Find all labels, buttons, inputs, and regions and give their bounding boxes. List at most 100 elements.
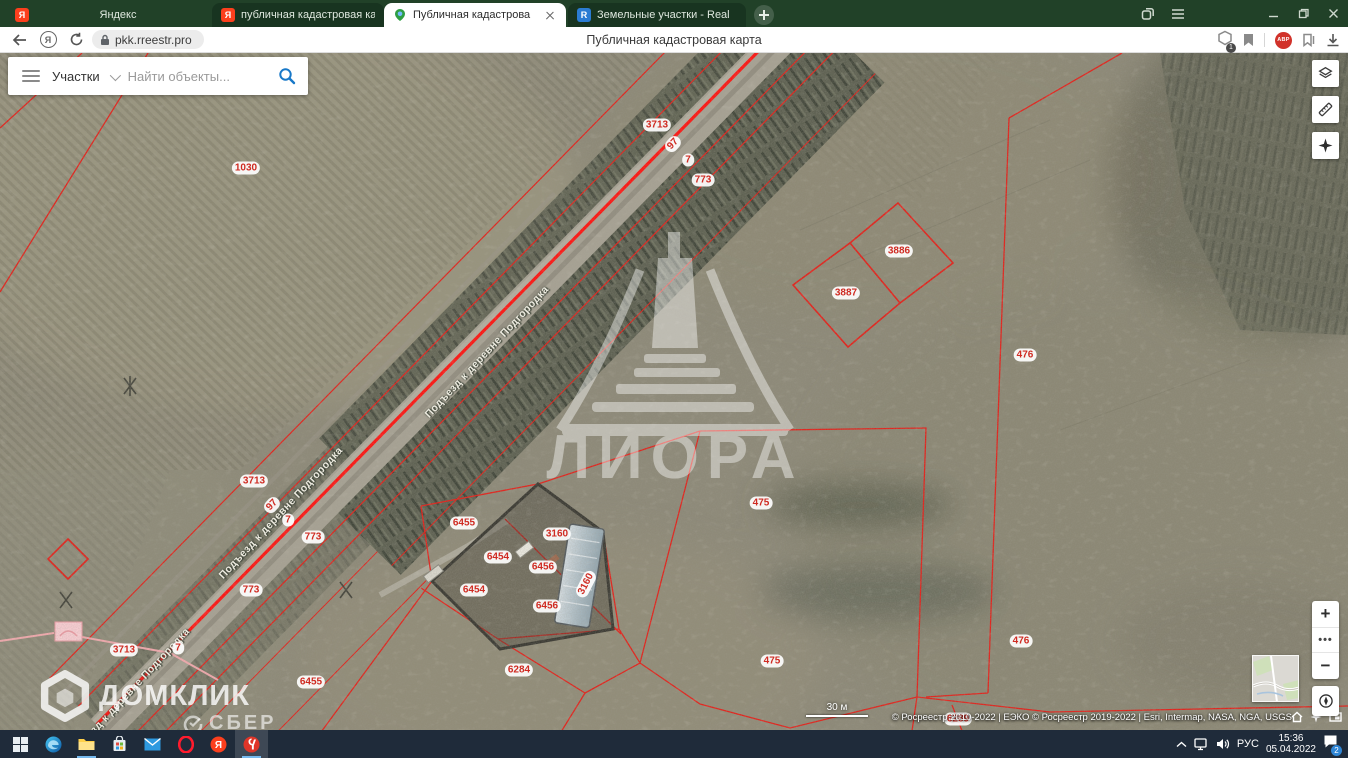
browser-menu-button[interactable] (1163, 0, 1193, 27)
close-icon (1328, 9, 1338, 18)
menu-icon[interactable] (22, 70, 40, 82)
back-button[interactable] (6, 28, 34, 52)
extension-button[interactable]: 1 (1217, 30, 1236, 53)
parcel-label[interactable]: 476 (1009, 634, 1033, 648)
close-button[interactable] (1318, 0, 1348, 27)
parcel-label[interactable]: 475 (760, 654, 784, 668)
clock-time: 15:36 (1278, 733, 1304, 744)
restore-icon (1298, 8, 1309, 19)
start-button[interactable] (4, 730, 37, 758)
zoom-in-button[interactable]: + (1312, 601, 1339, 627)
extension-badge: 1 (1226, 42, 1236, 53)
network-icon[interactable] (1194, 737, 1209, 751)
parcel-label[interactable]: 773 (239, 583, 263, 597)
map-attribution: © Росреестр 2010-2022 | ЕЭКО © Росреестр… (891, 712, 1292, 723)
marker-button[interactable] (1312, 132, 1339, 159)
parcel-label[interactable]: 6284 (504, 663, 534, 677)
parcel-label[interactable]: 773 (301, 530, 325, 544)
parcel-label[interactable]: 6456 (532, 599, 562, 613)
taskbar-explorer[interactable] (70, 730, 103, 758)
tab-label: Публичная кадастрова (413, 9, 531, 21)
parcel-label[interactable]: 476 (1013, 348, 1037, 362)
minimize-icon (1268, 15, 1278, 18)
locate-button[interactable] (1312, 686, 1339, 716)
parcel-label[interactable]: 6454 (459, 583, 489, 597)
parcel-label[interactable]: 6455 (449, 516, 479, 530)
yandex-services-button[interactable]: Я (34, 28, 62, 52)
search-input[interactable] (127, 68, 266, 84)
parcel-label[interactable]: 3886 (884, 244, 914, 258)
address-bar[interactable]: pkk.rreestr.pro (92, 30, 204, 49)
window-controls (1258, 0, 1348, 27)
minimize-button[interactable] (1258, 0, 1288, 27)
parcel-label[interactable]: 7 (172, 641, 184, 655)
parcel-label[interactable]: 1030 (231, 161, 261, 175)
clock[interactable]: 15:36 05.04.2022 (1266, 733, 1316, 755)
search-panel: Участки (8, 57, 308, 95)
clock-date: 05.04.2022 (1265, 744, 1316, 755)
parcel-label[interactable]: 7 (282, 513, 294, 527)
taskbar-opera[interactable] (169, 730, 202, 758)
parcel-label[interactable]: 475 (749, 496, 773, 510)
parcel-label[interactable]: 3887 (831, 286, 861, 300)
store-icon (113, 736, 126, 751)
search-icon[interactable] (278, 67, 296, 85)
parcel-label[interactable]: 6455 (296, 675, 326, 689)
parcel-label[interactable]: 6456 (528, 560, 558, 574)
parcel-label[interactable]: 3160 (542, 527, 572, 541)
domclick-label: ДОМКЛИК (99, 679, 250, 712)
parcel-label[interactable]: 3713 (109, 643, 139, 657)
taskbar-store[interactable] (103, 730, 136, 758)
parcel-label[interactable]: 7 (682, 153, 694, 167)
tab-groups-button[interactable] (1133, 0, 1163, 27)
bookmark-icon[interactable] (1243, 33, 1254, 47)
taskbar-edge[interactable] (37, 730, 70, 758)
map-pin-favicon (395, 9, 405, 21)
layer-category-selector[interactable]: Участки (52, 69, 100, 84)
refresh-button[interactable] (62, 28, 90, 52)
yandex-favicon: Я (221, 8, 235, 22)
opera-icon (177, 735, 194, 753)
download-icon[interactable] (1326, 33, 1340, 47)
url-text: pkk.rreestr.pro (115, 32, 192, 47)
layers-button[interactable] (1312, 60, 1339, 87)
tab-close-icon[interactable] (543, 8, 557, 22)
language-indicator[interactable]: РУС (1237, 738, 1259, 750)
toolbar-right-icons: 1 ABP (1217, 27, 1340, 53)
new-tab-button[interactable] (754, 5, 774, 25)
zoom-more-button[interactable]: ••• (1312, 627, 1339, 653)
tab-realist[interactable]: R Земельные участки - Real (568, 3, 746, 27)
windows-icon (13, 736, 28, 752)
maximize-button[interactable] (1288, 0, 1318, 27)
zoom-out-button[interactable]: − (1312, 653, 1339, 679)
notification-badge: 2 (1331, 745, 1342, 756)
zoom-controls: + ••• − (1312, 601, 1339, 679)
home-icon[interactable] (1291, 711, 1303, 723)
tab-search-result[interactable]: Я публичная кадастровая ка (212, 3, 384, 27)
measure-button[interactable] (1312, 96, 1339, 123)
screen: ЛИОРА Подъезд к деревне Подгородка Подъез… (0, 0, 1348, 758)
parcel-label[interactable]: 3713 (239, 474, 269, 488)
taskbar-mail[interactable] (136, 730, 169, 758)
parcel-label[interactable]: 6454 (483, 550, 513, 564)
scale-line (806, 715, 868, 717)
chevron-down-icon[interactable] (109, 69, 121, 82)
scale-bar: 30 м (806, 702, 868, 717)
liora-watermark-text: ЛИОРА (547, 423, 804, 492)
collections-icon[interactable] (1302, 33, 1316, 47)
domclick-logo-icon (40, 670, 90, 722)
tray-expand-icon[interactable] (1176, 741, 1187, 748)
parcel-label[interactable]: 773 (691, 173, 715, 187)
tab-pkk-active[interactable]: Публичная кадастрова (384, 3, 566, 27)
parcel-label[interactable]: 3713 (642, 118, 672, 132)
taskbar-yandex-app[interactable]: Я (202, 730, 235, 758)
speaker-icon[interactable] (1216, 738, 1230, 750)
taskbar-yandex-browser[interactable] (235, 730, 268, 758)
notification-center[interactable]: 2 (1323, 734, 1342, 756)
minimap[interactable] (1252, 655, 1299, 702)
ruler-icon (1318, 102, 1333, 117)
tab-yandex[interactable]: Я Яндекс (6, 3, 210, 27)
map-canvas[interactable]: ЛИОРА (0, 53, 1348, 730)
adblock-icon[interactable]: ABP (1275, 31, 1292, 49)
browser-toolbar: Я pkk.rreestr.pro Публичная кадастровая … (0, 27, 1348, 53)
